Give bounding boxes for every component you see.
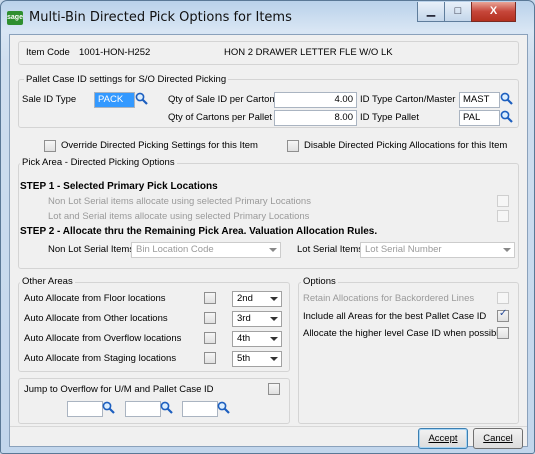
floor-locations-label: Auto Allocate from Floor locations — [24, 293, 166, 304]
qty-sale-id-per-carton-input[interactable]: 4.00 — [274, 92, 357, 108]
floor-locations-checkbox[interactable] — [204, 292, 216, 304]
jump-uom-input-2[interactable] — [125, 401, 161, 417]
jump-uom-1-lookup-icon[interactable] — [102, 401, 115, 414]
retain-allocations-label: Retain Allocations for Backordered Lines — [303, 293, 475, 304]
other-locations-label: Auto Allocate from Other locations — [24, 313, 168, 324]
qty-sale-id-per-carton-label: Qty of Sale ID per Carton — [168, 94, 275, 105]
close-button[interactable]: X — [471, 2, 516, 22]
jump-uom-2-lookup-icon[interactable] — [160, 401, 173, 414]
staging-locations-checkbox[interactable] — [204, 352, 216, 364]
other-areas-group-title: Other Areas — [20, 276, 75, 287]
override-label: Override Directed Picking Settings for t… — [61, 140, 258, 151]
options-group-title: Options — [301, 276, 338, 287]
non-lot-primary-label: Non Lot Serial items allocate using sele… — [48, 196, 311, 207]
footer-separator — [10, 426, 527, 427]
jump-uom-input-1[interactable] — [67, 401, 103, 417]
id-type-pallet-input[interactable]: PAL — [459, 110, 500, 126]
pallet-case-group-title: Pallet Case ID settings for S/O Directed… — [24, 74, 229, 85]
cancel-button[interactable]: Cancel — [473, 428, 523, 449]
other-locations-order-select[interactable]: 3rd — [232, 311, 282, 327]
id-type-carton-label: ID Type Carton/Master — [360, 94, 456, 105]
id-type-pallet-label: ID Type Pallet — [360, 112, 419, 123]
chevron-down-icon — [270, 337, 278, 341]
sale-id-type-input[interactable]: PACK — [94, 92, 135, 108]
id-type-carton-lookup-icon[interactable] — [500, 92, 513, 105]
staging-locations-order-select[interactable]: 5th — [232, 351, 282, 367]
window-title: Multi-Bin Directed Pick Options for Item… — [29, 10, 292, 25]
sale-id-type-lookup-icon[interactable] — [135, 92, 148, 105]
allocate-higher-label: Allocate the higher level Case ID when p… — [303, 328, 504, 339]
non-lot-items-label: Non Lot Serial Items — [48, 244, 135, 255]
disable-checkbox[interactable] — [287, 140, 299, 152]
id-type-carton-input[interactable]: MAST — [459, 92, 500, 108]
floor-locations-order-value: 2nd — [237, 293, 253, 304]
floor-locations-order-select[interactable]: 2nd — [232, 291, 282, 307]
overflow-locations-checkbox[interactable] — [204, 332, 216, 344]
dialog-window: sage Multi-Bin Directed Pick Options for… — [0, 0, 535, 454]
jump-uom-input-3[interactable] — [182, 401, 218, 417]
id-type-pallet-lookup-icon[interactable] — [500, 110, 513, 123]
sale-id-type-label: Sale ID Type — [22, 94, 77, 105]
chevron-down-icon — [503, 248, 511, 252]
item-description: HON 2 DRAWER LETTER FLE W/O LK — [224, 47, 393, 58]
dialog-body: Item Code 1001-HON-H252 HON 2 DRAWER LET… — [9, 34, 528, 449]
lot-items-value: Lot Serial Number — [365, 244, 442, 255]
qty-cartons-per-pallet-label: Qty of Cartons per Pallet — [168, 112, 273, 123]
lot-items-label: Lot Serial Items — [297, 244, 363, 255]
step2-title: STEP 2 - Allocate thru the Remaining Pic… — [20, 226, 378, 237]
non-lot-items-value: Bin Location Code — [136, 244, 214, 255]
staging-locations-order-value: 5th — [237, 353, 251, 364]
accept-button-label: Accept — [428, 433, 458, 444]
chevron-down-icon — [270, 357, 278, 361]
lot-primary-label: Lot and Serial items allocate using sele… — [48, 211, 310, 222]
override-checkbox[interactable] — [44, 140, 56, 152]
step1-title: STEP 1 - Selected Primary Pick Locations — [20, 181, 218, 192]
pick-area-group-title: Pick Area - Directed Picking Options — [20, 157, 177, 168]
overflow-locations-order-select[interactable]: 4th — [232, 331, 282, 347]
title-bar[interactable]: sage Multi-Bin Directed Pick Options for… — [1, 1, 534, 35]
jump-overflow-label: Jump to Overflow for U/M and Pallet Case… — [24, 384, 214, 395]
chevron-down-icon — [270, 297, 278, 301]
chevron-down-icon — [270, 317, 278, 321]
chevron-down-icon — [269, 248, 277, 252]
non-lot-primary-checkbox[interactable] — [497, 195, 509, 207]
non-lot-items-select[interactable]: Bin Location Code — [131, 242, 281, 258]
overflow-locations-label: Auto Allocate from Overflow locations — [24, 333, 182, 344]
other-locations-checkbox[interactable] — [204, 312, 216, 324]
staging-locations-label: Auto Allocate from Staging locations — [24, 353, 177, 364]
include-all-areas-label: Include all Areas for the best Pallet Ca… — [303, 311, 487, 322]
item-code-value: 1001-HON-H252 — [79, 47, 151, 58]
jump-uom-3-lookup-icon[interactable] — [217, 401, 230, 414]
jump-overflow-checkbox[interactable] — [268, 383, 280, 395]
qty-cartons-per-pallet-input[interactable]: 8.00 — [274, 110, 357, 126]
allocate-higher-checkbox[interactable] — [497, 327, 509, 339]
sage-logo-icon: sage — [7, 11, 23, 25]
accept-button[interactable]: Accept — [418, 428, 468, 449]
lot-primary-checkbox[interactable] — [497, 210, 509, 222]
disable-label: Disable Directed Picking Allocations for… — [304, 140, 508, 151]
overflow-locations-order-value: 4th — [237, 333, 251, 344]
other-locations-order-value: 3rd — [237, 313, 251, 324]
retain-allocations-checkbox[interactable] — [497, 292, 509, 304]
item-code-label: Item Code — [26, 47, 70, 58]
include-all-areas-checkbox[interactable] — [497, 308, 509, 322]
lot-items-select[interactable]: Lot Serial Number — [360, 242, 515, 258]
cancel-button-label: Cancel — [483, 433, 513, 444]
maximize-button[interactable]: □ — [444, 2, 472, 22]
minimize-button[interactable]: ▁ — [417, 2, 445, 22]
